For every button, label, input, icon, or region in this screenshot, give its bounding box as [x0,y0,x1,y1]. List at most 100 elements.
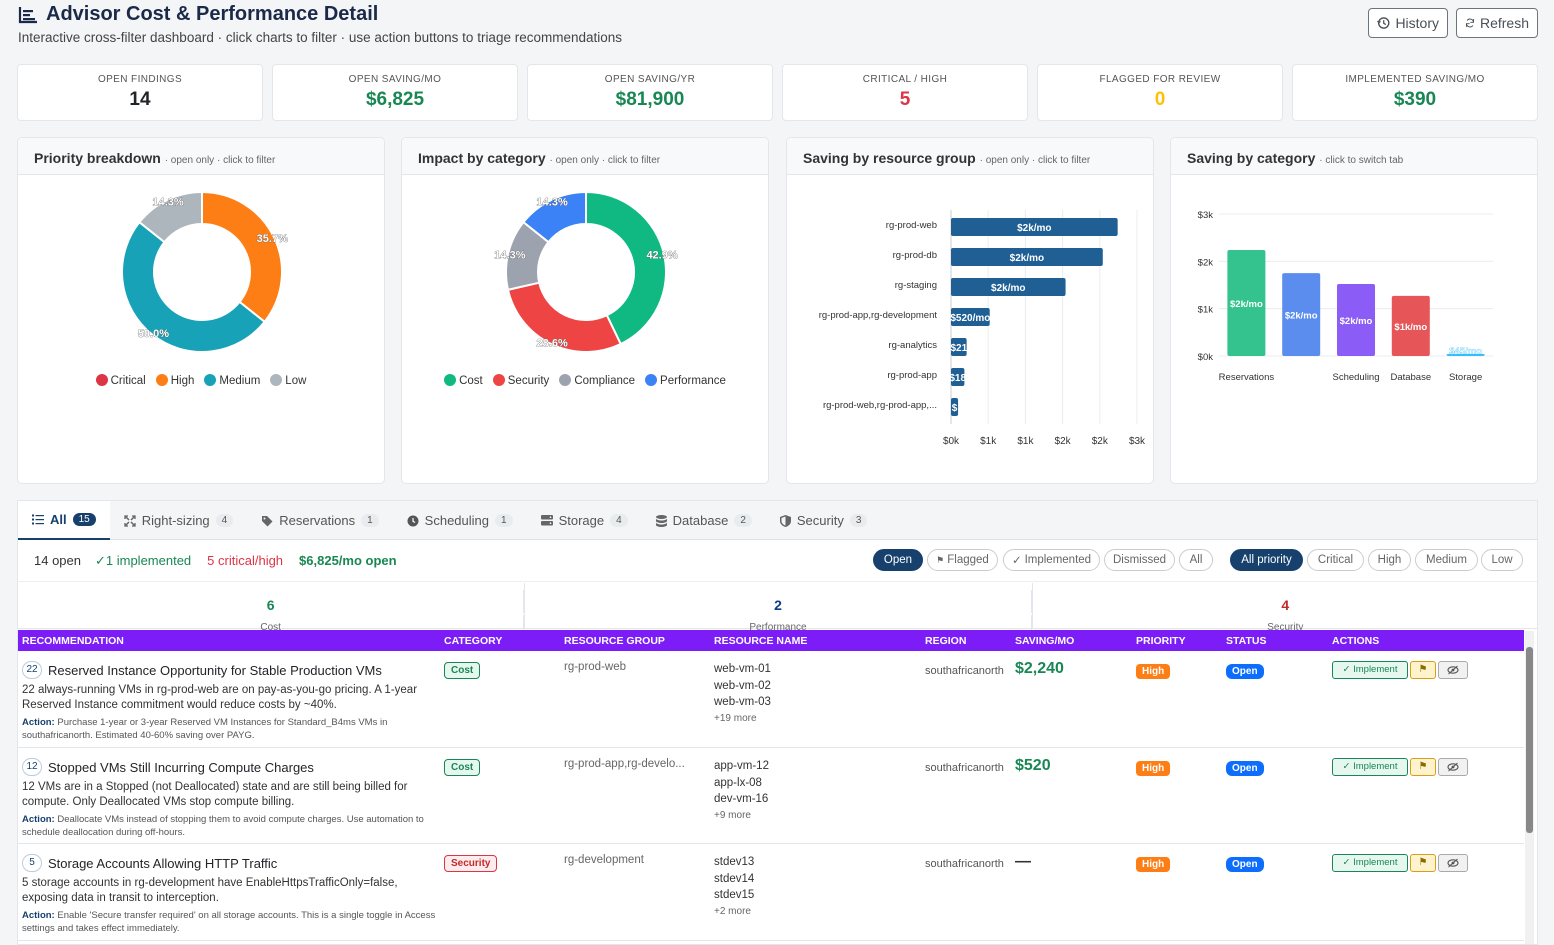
priority-legend[interactable]: Critical High Medium Low [18,374,384,387]
resource-name: web-vm-02 [714,679,771,692]
bar-value-label: $2k/mo [1230,299,1263,310]
category-summary-cost[interactable]: 6 Cost [18,583,526,633]
resource-name: stdev13 [714,856,755,868]
col-region[interactable]: REGION [925,635,966,647]
tab-storage[interactable]: Storage 4 [527,501,642,540]
resource-more-link[interactable]: +2 more [714,904,754,921]
action-text: Deallocate VMs instead of stopping them … [22,814,424,838]
resource-more-link[interactable]: +9 more [714,808,769,825]
slice-label: 14.3% [494,250,525,262]
tab-scheduling[interactable]: Scheduling 1 [393,501,527,540]
kpi-value: $6,825 [365,89,425,110]
resource-names: app-vm-12 app-lx-08 dev-vm-16 +9 more [714,758,769,824]
tab-security[interactable]: Security 3 [766,501,882,540]
kpi-card: FLAGGED FOR REVIEW 0 [1037,64,1283,121]
storage-icon [540,515,553,526]
priority-donut-chart[interactable]: 35.7% 50.0% 14.3% [18,176,385,376]
legend-item[interactable]: Low [270,374,306,387]
table-row[interactable]: 22 Reserved Instance Opportunity for Stab… [18,651,1524,748]
implement-button[interactable]: ✓ Implement [1332,758,1408,776]
action-text: Enable 'Secure transfer required' on all… [22,910,436,934]
table-scrollbar[interactable] [1525,631,1534,944]
filter-dismissed[interactable]: Dismissed [1104,549,1175,571]
category-badge: Cost [444,662,481,679]
filter-all[interactable]: All [1179,549,1213,571]
flag-button[interactable]: ⚑ [1410,854,1436,872]
history-button[interactable]: History [1368,8,1448,38]
filter-medium[interactable]: Medium [1415,549,1478,571]
impact-donut-chart[interactable]: 42.9% 28.6% 14.3% 14.3% [402,176,769,376]
rg-bar-chart[interactable]: $0k $1k $1k $2k $2k $3k rg-prod-web $2k/mo rg-pr… [787,176,1154,484]
filter-all-priority[interactable]: All priority [1230,549,1303,571]
resource-more-link[interactable]: +19 more [714,711,771,728]
filter-flagged[interactable]: ⚑ Flagged [927,549,998,571]
tab-count: 2 [734,514,752,527]
col-resource-group[interactable]: RESOURCE GROUP [564,635,665,647]
tab-reservations[interactable]: Reservations 1 [247,501,392,540]
y-tick-label: $3k [1198,210,1214,221]
legend-item[interactable]: High [155,374,194,387]
x-tick-label: $1k [980,436,997,447]
x-tick-label: $2k [1055,436,1072,447]
chart-title: Impact by category [418,150,546,166]
refresh-button[interactable]: Refresh [1456,8,1538,38]
legend-label: Performance [660,375,726,387]
filter-implemented[interactable]: ✓ Implemented [1003,549,1100,571]
chart-title: Saving by resource group [803,150,976,166]
legend-swatch [155,374,168,386]
savcat-bar-chart[interactable]: $0k $1k $2k $3k $2k/mo Reservations $2k/mo $2k/… [1171,176,1538,484]
resource-name: web-vm-01 [714,663,771,675]
legend-label: Security [507,375,550,387]
col-status[interactable]: STATUS [1226,635,1266,647]
recommendation-title[interactable]: 12 Stopped VMs Still Incurring Compute Ch… [22,758,436,776]
tab-database[interactable]: Database 2 [642,501,766,540]
x-tick-label: Database [1390,372,1431,383]
tab-right-sizing[interactable]: Right-sizing 4 [110,501,247,540]
implement-button[interactable]: ✓ Implement [1332,854,1408,872]
legend-item[interactable]: Performance [645,374,726,387]
flag-button[interactable]: ⚑ [1410,758,1436,776]
legend-item[interactable]: Security [492,374,550,387]
category-summary-performance[interactable]: 2 Performance [525,583,1033,633]
chart-header: Saving by category · click to switch tab [1171,138,1537,175]
dismiss-button[interactable] [1438,661,1468,679]
table-row[interactable]: 5 Storage Accounts Allowing HTTP Traffic … [18,844,1524,941]
legend-swatch [492,374,505,386]
y-tick-label: rg-prod-web [886,220,937,231]
kpi-value: $390 [1393,89,1437,110]
legend-item[interactable]: Cost [444,374,483,387]
col-recommendation[interactable]: RECOMMENDATION [22,635,124,647]
bar-value-label: $2k/mo [1340,316,1373,327]
scrollbar-thumb[interactable] [1526,647,1533,833]
tab-all[interactable]: All 15 [18,501,110,540]
col-saving[interactable]: SAVING/MO [1015,635,1074,647]
table-row[interactable]: 12 Stopped VMs Still Incurring Compute Ch… [18,748,1524,844]
filter-open[interactable]: Open [873,549,923,571]
col-priority[interactable]: PRIORITY [1136,635,1186,647]
recommendation-title[interactable]: 5 Storage Accounts Allowing HTTP Traffic [22,854,436,872]
donut-slice[interactable] [201,190,283,324]
chart-header: Saving by resource group · open only · c… [787,138,1153,175]
recommendation-title[interactable]: 22 Reserved Instance Opportunity for Stab… [22,661,436,679]
dismiss-button[interactable] [1438,854,1468,872]
priority-badge: High [1136,761,1171,776]
resource-name: web-vm-03 [714,696,771,708]
history-label: History [1395,15,1439,31]
dismiss-button[interactable] [1438,758,1468,776]
impact-legend[interactable]: Cost Security Compliance Performance [402,374,768,387]
col-category[interactable]: CATEGORY [444,635,502,647]
filter-high[interactable]: High [1368,549,1411,571]
flag-button[interactable]: ⚑ [1410,661,1436,679]
kpi-value: 14 [129,89,151,110]
category-summary-security[interactable]: 4 Security [1033,583,1537,633]
implement-button[interactable]: ✓ Implement [1332,661,1408,679]
legend-item[interactable]: Medium [204,374,260,387]
filter-critical[interactable]: Critical [1307,549,1364,571]
slice-label: 42.9% [646,250,677,262]
col-resource-name[interactable]: RESOURCE NAME [714,635,807,647]
filter-low[interactable]: Low [1481,549,1523,571]
legend-item[interactable]: Critical [95,374,146,387]
kpi-label: CRITICAL / HIGH [862,74,948,85]
legend-item[interactable]: Compliance [559,374,635,387]
affected-count-badge: 22 [22,661,42,679]
